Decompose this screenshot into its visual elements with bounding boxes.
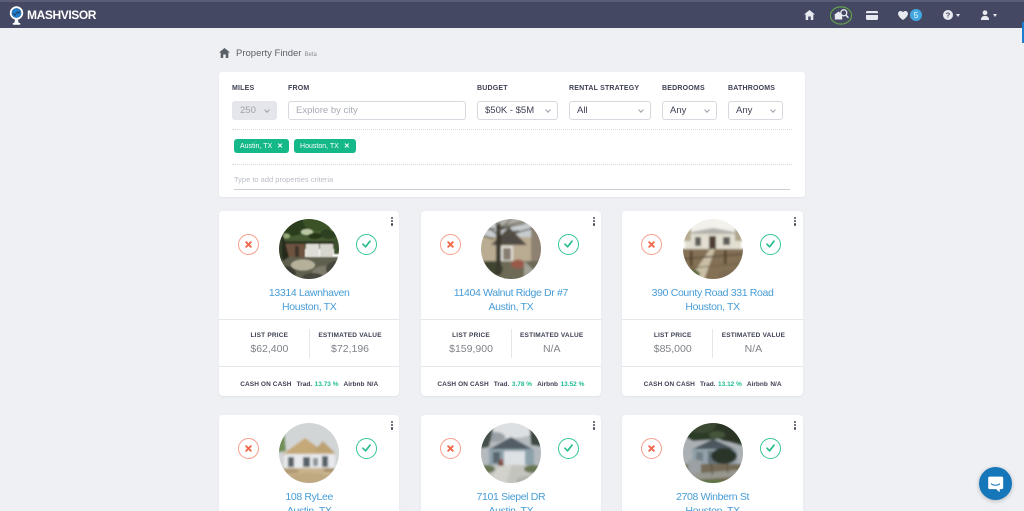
svg-text:?: ? [945,11,950,20]
